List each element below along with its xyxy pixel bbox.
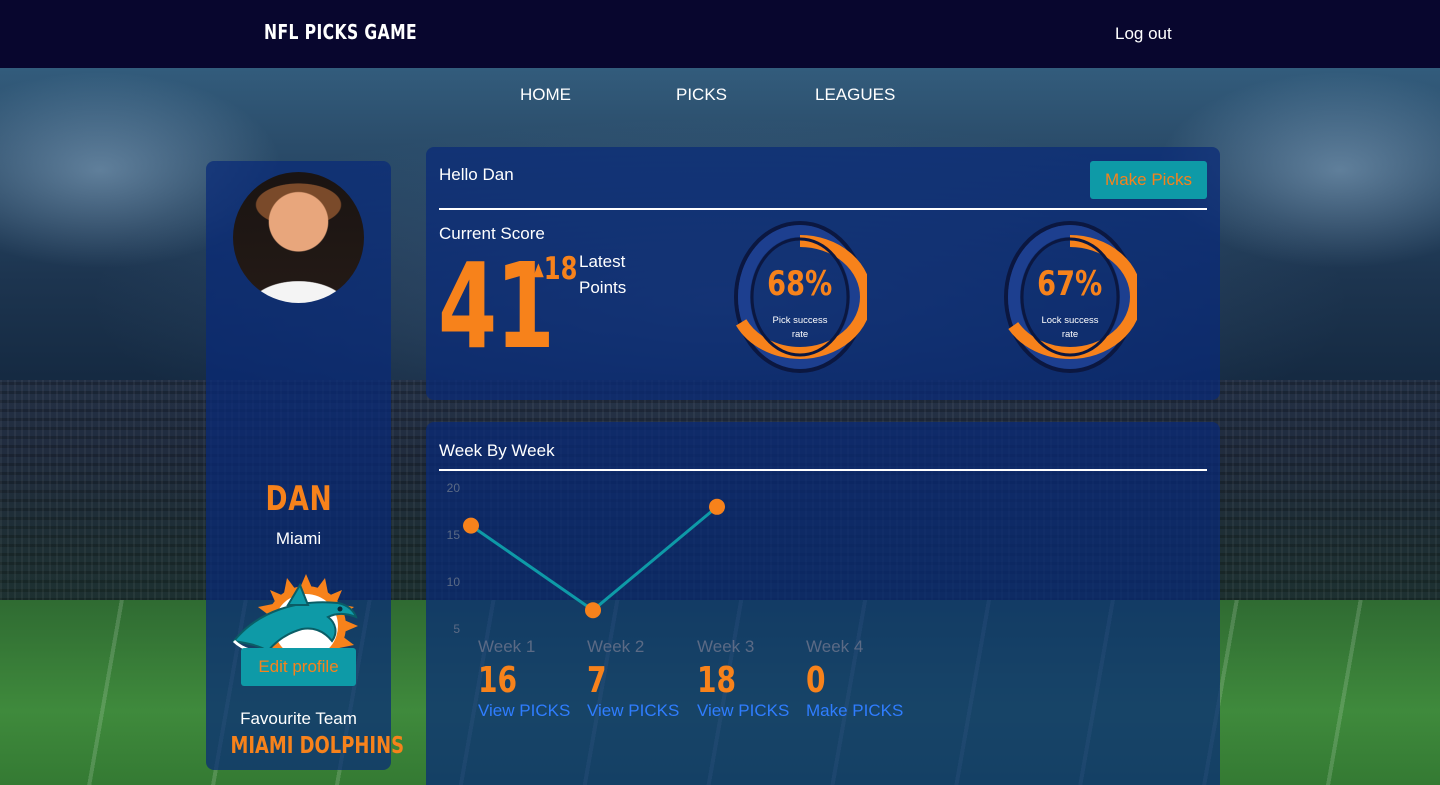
y-tick-label: 5 xyxy=(453,622,460,636)
y-tick-label: 10 xyxy=(447,575,461,589)
week-by-week-title: Week By Week xyxy=(439,441,555,460)
pick-success-percent-text: 68% xyxy=(767,264,833,304)
latest-points-delta: ▲18 xyxy=(533,251,577,287)
series-line xyxy=(470,505,718,613)
data-point[interactable] xyxy=(463,517,479,534)
week-column: Week 4 0 Make PICKS xyxy=(806,637,906,721)
week-label: Week 2 xyxy=(587,637,645,656)
profile-card: DAN Miami Favourite Team MIAMI DOLPHINS … xyxy=(206,161,404,770)
pick-success-gauge: 68% Pick success rate xyxy=(728,220,872,374)
week-action-link[interactable]: View PICKS xyxy=(697,701,797,721)
lock-success-percent-text: 67% xyxy=(1037,264,1103,304)
week-action-link[interactable]: View PICKS xyxy=(478,701,578,721)
nav-leagues[interactable]: LEAGUES xyxy=(815,85,895,105)
lock-success-gauge: 67% Lock success rate xyxy=(998,220,1142,374)
week-label: Week 1 xyxy=(478,637,536,656)
brand-title: NFL PICKS GAME xyxy=(264,20,418,44)
data-point[interactable] xyxy=(585,602,601,619)
week-score: 0 xyxy=(806,660,826,701)
profile-name-wrap: DAN xyxy=(206,479,391,519)
nav-picks[interactable]: PICKS xyxy=(676,85,727,105)
greeting: Hello Dan xyxy=(439,165,514,184)
logout-link[interactable]: Log out xyxy=(1115,24,1172,44)
week-score: 18 xyxy=(697,660,737,701)
week-column: Week 1 16 View PICKS xyxy=(478,637,578,721)
y-tick-label: 15 xyxy=(447,528,461,542)
latest-points-value: 18 xyxy=(543,251,578,287)
lock-success-caption: Lock success rate xyxy=(1041,315,1099,340)
week-label: Week 3 xyxy=(697,637,755,656)
favourite-team-text: MIAMI DOLPHINS xyxy=(230,733,405,759)
week-chart: 20 15 10 5 xyxy=(447,481,725,636)
week-column: Week 3 18 View PICKS xyxy=(697,637,797,721)
pick-success-percent: 68% xyxy=(733,264,867,304)
divider xyxy=(439,208,1207,210)
pick-success-caption: Pick success rate xyxy=(772,315,828,340)
y-tick-label: 20 xyxy=(447,481,461,495)
favourite-team-label: Favourite Team xyxy=(240,709,357,728)
data-point[interactable] xyxy=(709,498,725,515)
week-column: Week 2 7 View PICKS xyxy=(587,637,687,721)
profile-city: Miami xyxy=(275,529,322,548)
main-nav: HOME PICKS LEAGUES xyxy=(0,85,1440,109)
week-label: Week 4 xyxy=(806,637,864,656)
week-by-week-card: Week By Week 20 15 10 5 Week 1 16 View PICK… xyxy=(426,422,1220,785)
lock-success-percent: 67% xyxy=(1003,264,1137,304)
week-score: 7 xyxy=(587,660,607,701)
week-action-link[interactable]: Make PICKS xyxy=(806,701,906,721)
week-action-link[interactable]: View PICKS xyxy=(587,701,687,721)
make-picks-button[interactable]: Make Picks xyxy=(1090,161,1207,199)
nav-home[interactable]: HOME xyxy=(520,85,571,105)
week-score: 16 xyxy=(478,660,518,701)
edit-profile-button[interactable]: Edit profile xyxy=(241,648,356,686)
latest-points-label: Latest Points xyxy=(579,252,627,297)
avatar xyxy=(233,172,364,303)
profile-name: DAN xyxy=(264,479,333,519)
divider xyxy=(439,469,1207,471)
favourite-team-name: MIAMI DOLPHINS xyxy=(206,733,404,759)
up-triangle-icon: ▲ xyxy=(533,259,544,280)
score-card: Hello Dan Make Picks Current Score 41 ▲1… xyxy=(426,147,1220,400)
top-bar: NFL PICKS GAME Log out xyxy=(0,0,1440,68)
